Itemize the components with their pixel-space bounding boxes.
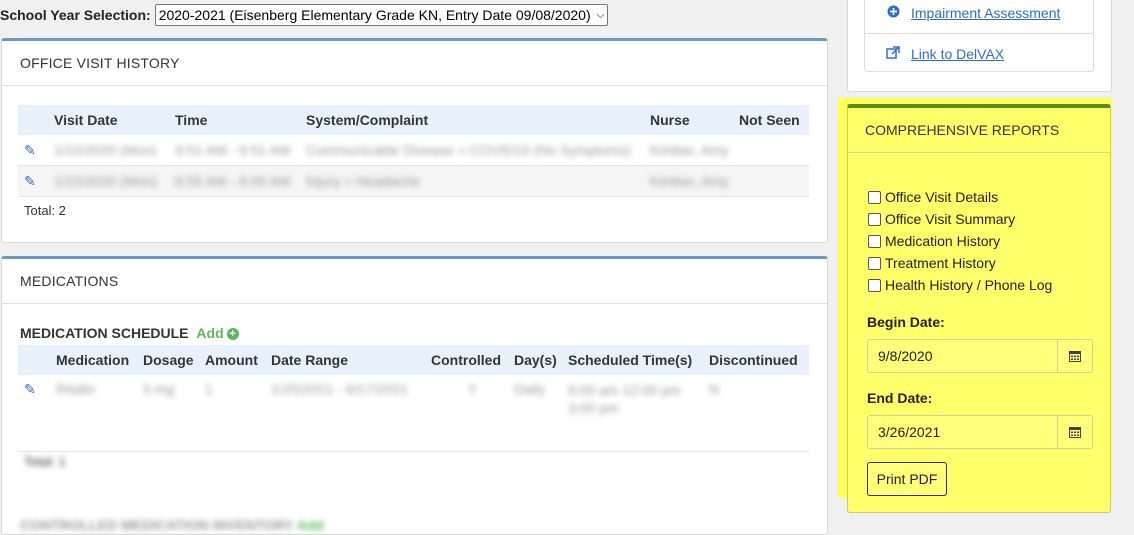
add-medication-link[interactable]: Add + bbox=[196, 325, 239, 341]
dosage-cell: 5 mg bbox=[143, 381, 175, 397]
office-visit-title: OFFICE VISIT HISTORY bbox=[2, 41, 827, 86]
calendar-icon[interactable] bbox=[1057, 416, 1092, 448]
medication-schedule-label: MEDICATION SCHEDULE bbox=[20, 325, 189, 341]
plus-circle-icon bbox=[883, 5, 903, 21]
controlled-inventory-heading: CONTROLLED MEDICATION INVENTORY Add bbox=[20, 517, 324, 533]
end-date-label: End Date: bbox=[867, 390, 933, 406]
table-row[interactable]: ✎ 1/10/2020 (Mon) 8:55 AM - 9:00 AM Inju… bbox=[18, 165, 809, 197]
office-visit-table: Visit Date Time System/Complaint Nurse N… bbox=[18, 105, 809, 197]
option-medication-history[interactable]: Medication History bbox=[868, 230, 1052, 252]
office-visit-total: Total: 2 bbox=[24, 203, 66, 218]
nurse-cell: Kimber, Amy bbox=[650, 173, 729, 189]
col-time: Time bbox=[175, 105, 306, 135]
date-range-cell: 1/25/2021 - 6/17/2021 bbox=[271, 381, 409, 397]
col-medication: Medication bbox=[56, 345, 143, 375]
impairment-assessment-link[interactable]: Impairment Assessment bbox=[865, 0, 1093, 34]
table-header: Medication Dosage Amount Date Range Cont… bbox=[18, 345, 809, 375]
delvax-link[interactable]: Link to DelVAX bbox=[865, 34, 1093, 74]
report-options: Office Visit Details Office Visit Summar… bbox=[868, 186, 1052, 296]
add-plus-icon: + bbox=[226, 328, 239, 341]
begin-date-value[interactable]: 9/8/2020 bbox=[868, 340, 1057, 372]
amount-cell: 1 bbox=[205, 381, 213, 397]
col-visit-date: Visit Date bbox=[54, 105, 175, 135]
scheduled-times-cell: 9:00 am 12:00 pm 3:00 pm bbox=[568, 382, 681, 416]
col-dosage: Dosage bbox=[143, 345, 205, 375]
checkbox[interactable] bbox=[868, 212, 881, 226]
col-days: Day(s) bbox=[514, 345, 568, 375]
controlled-cell: Y bbox=[467, 381, 478, 397]
option-health-history-phone-log[interactable]: Health History / Phone Log bbox=[868, 274, 1052, 296]
edit-pencil-icon[interactable]: ✎ bbox=[24, 173, 36, 189]
chevron-down-icon: ⌵ bbox=[596, 9, 605, 21]
begin-date-field[interactable]: 9/8/2020 bbox=[867, 339, 1093, 373]
end-date-value[interactable]: 3/26/2021 bbox=[868, 416, 1057, 448]
table-row[interactable]: ✎ Ritalin 5 mg 1 1/25/2021 - 6/17/2021 Y… bbox=[18, 375, 809, 452]
links-panel: Impairment Assessment Link to DelVAX bbox=[847, 0, 1112, 92]
col-not-seen: Not Seen bbox=[739, 105, 809, 135]
visit-date-cell: 1/10/2020 (Mon) bbox=[54, 142, 157, 158]
edit-pencil-icon[interactable]: ✎ bbox=[24, 381, 36, 397]
medications-panel: MEDICATIONS MEDICATION SCHEDULE Add + Med… bbox=[1, 256, 828, 535]
medication-cell: Ritalin bbox=[56, 381, 95, 397]
medication-schedule-heading: MEDICATION SCHEDULE Add + bbox=[20, 325, 239, 341]
option-office-visit-details[interactable]: Office Visit Details bbox=[868, 186, 1052, 208]
office-visit-panel: OFFICE VISIT HISTORY Visit Date Time Sys… bbox=[1, 38, 828, 243]
medication-table: Medication Dosage Amount Date Range Cont… bbox=[18, 345, 809, 452]
school-year-row: School Year Selection: 2020-2021 (Eisenb… bbox=[0, 4, 609, 26]
col-nurse: Nurse bbox=[650, 105, 739, 135]
checkbox[interactable] bbox=[868, 234, 881, 248]
calendar-icon[interactable] bbox=[1057, 340, 1092, 372]
time-cell: 9:51 AM - 9:51 AM bbox=[175, 142, 291, 158]
school-year-label: School Year Selection: bbox=[0, 7, 151, 23]
nurse-cell: Kimber, Amy bbox=[650, 142, 729, 158]
table-header: Visit Date Time System/Complaint Nurse N… bbox=[18, 105, 809, 135]
medications-title: MEDICATIONS bbox=[2, 259, 827, 304]
col-date-range: Date Range bbox=[271, 345, 431, 375]
col-system-complaint: System/Complaint bbox=[306, 105, 650, 135]
checkbox[interactable] bbox=[868, 278, 881, 292]
option-office-visit-summary[interactable]: Office Visit Summary bbox=[868, 208, 1052, 230]
medication-total: Total: 1 bbox=[24, 454, 66, 469]
external-link-icon bbox=[883, 45, 903, 63]
days-cell: Daily bbox=[514, 381, 546, 397]
visit-date-cell: 1/10/2020 (Mon) bbox=[54, 173, 157, 189]
time-cell: 8:55 AM - 9:00 AM bbox=[175, 173, 291, 189]
col-scheduled-times: Scheduled Time(s) bbox=[568, 345, 709, 375]
complaint-cell: Communicable Disease > COVID19 (No Sympt… bbox=[306, 142, 631, 158]
complaint-cell: Injury > Headache bbox=[306, 173, 421, 189]
option-treatment-history[interactable]: Treatment History bbox=[868, 252, 1052, 274]
begin-date-label: Begin Date: bbox=[867, 314, 945, 330]
end-date-field[interactable]: 3/26/2021 bbox=[867, 415, 1093, 449]
col-discontinued: Discontinued bbox=[709, 345, 809, 375]
comprehensive-reports-panel: COMPREHENSIVE REPORTS Office Visit Detai… bbox=[847, 104, 1111, 513]
discontinued-cell: N bbox=[709, 381, 720, 397]
comprehensive-reports-title: COMPREHENSIVE REPORTS bbox=[848, 108, 1110, 153]
school-year-select[interactable]: 2020-2021 (Eisenberg Elementary Grade KN… bbox=[154, 4, 609, 26]
school-year-value: 2020-2021 (Eisenberg Elementary Grade KN… bbox=[158, 7, 591, 23]
print-pdf-button[interactable]: Print PDF bbox=[867, 462, 947, 496]
col-controlled: Controlled bbox=[431, 345, 514, 375]
col-amount: Amount bbox=[205, 345, 271, 375]
links-list: Impairment Assessment Link to DelVAX bbox=[864, 0, 1094, 72]
checkbox[interactable] bbox=[868, 256, 881, 270]
edit-pencil-icon[interactable]: ✎ bbox=[24, 142, 36, 158]
checkbox[interactable] bbox=[868, 190, 881, 204]
table-row[interactable]: ✎ 1/10/2020 (Mon) 9:51 AM - 9:51 AM Comm… bbox=[18, 135, 809, 166]
